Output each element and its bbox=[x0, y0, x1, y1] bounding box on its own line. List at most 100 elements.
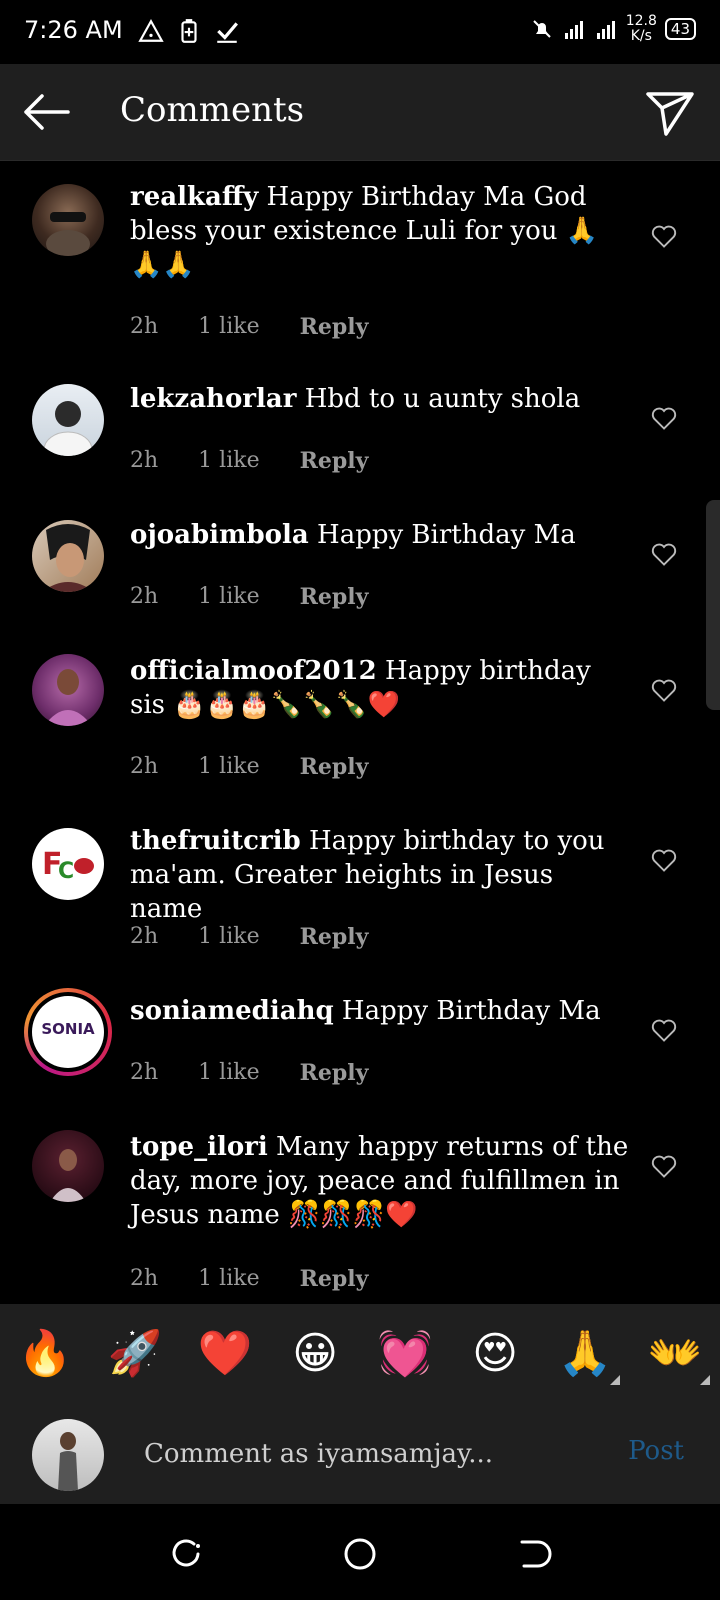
reply-button[interactable]: Reply bbox=[300, 1060, 369, 1086]
comment-time: 2h bbox=[130, 1060, 159, 1085]
fire-emoji-button[interactable]: 🔥 bbox=[10, 1327, 80, 1379]
comment-likes[interactable]: 1 like bbox=[198, 314, 259, 340]
comment-input[interactable] bbox=[142, 1428, 606, 1480]
comment-time: 2h bbox=[130, 314, 159, 339]
comment-meta: 2h 1 like Reply bbox=[130, 448, 408, 474]
comment-username[interactable]: soniamediahq bbox=[130, 996, 334, 1026]
avatar-image bbox=[46, 212, 90, 256]
send-icon[interactable] bbox=[644, 86, 696, 138]
back-nav-icon[interactable] bbox=[516, 1536, 552, 1572]
avatar-logo-text: SONIA bbox=[41, 1020, 95, 1038]
comment-time: 2h bbox=[130, 1266, 159, 1291]
comment-text: lekzahorlar Hbd to u aunty shola bbox=[130, 382, 630, 416]
grinning-emoji-button[interactable]: 😀 bbox=[280, 1328, 350, 1379]
recent-apps-icon[interactable] bbox=[168, 1536, 204, 1572]
comments-list[interactable]: realkaffy Happy Birthday Ma God bless yo… bbox=[0, 160, 720, 1304]
comment-composer: Post bbox=[0, 1402, 720, 1504]
comment-meta: 2h 1 like Reply bbox=[130, 1266, 408, 1292]
heart-icon[interactable] bbox=[650, 1016, 678, 1044]
avatar: SONIA bbox=[32, 996, 104, 1068]
heart-icon[interactable] bbox=[650, 540, 678, 568]
avatar[interactable] bbox=[32, 654, 104, 726]
reply-button[interactable]: Reply bbox=[300, 754, 369, 780]
avatar[interactable] bbox=[32, 520, 104, 592]
open-hands-emoji-button[interactable]: 👐 bbox=[648, 1328, 703, 1379]
comment-likes[interactable]: 1 like bbox=[198, 1266, 259, 1292]
comment-text: soniamediahq Happy Birthday Ma bbox=[130, 994, 630, 1028]
scrollbar-thumb[interactable] bbox=[706, 500, 720, 710]
status-left-icons bbox=[138, 18, 240, 44]
pray-emoji-slot: 🙏 bbox=[550, 1327, 620, 1385]
comment-username[interactable]: thefruitcrib bbox=[130, 826, 301, 856]
back-arrow-icon[interactable] bbox=[20, 88, 72, 136]
comment-likes[interactable]: 1 like bbox=[198, 584, 259, 610]
avatar[interactable]: FC bbox=[32, 828, 104, 900]
status-right-icons: 12.8 K/s 43 bbox=[530, 14, 696, 44]
heart-icon[interactable] bbox=[650, 676, 678, 704]
story-ring-gap: SONIA bbox=[28, 992, 108, 1072]
emoji-reaction-bar: 🔥 🚀 ❤️ 😀 💓 😍 🙏 👐 bbox=[0, 1304, 720, 1402]
comment-content: Happy Birthday Ma bbox=[317, 520, 576, 550]
heart-icon[interactable] bbox=[650, 404, 678, 432]
avatar[interactable] bbox=[32, 1130, 104, 1202]
speed-value: 12.8 bbox=[625, 13, 657, 29]
avatar-image bbox=[50, 1149, 86, 1202]
comment-username[interactable]: realkaffy bbox=[130, 182, 258, 212]
reply-button[interactable]: Reply bbox=[300, 584, 369, 610]
comment-username[interactable]: officialmoof2012 bbox=[130, 656, 377, 686]
reply-button[interactable]: Reply bbox=[300, 924, 369, 950]
comment-meta: 2h 1 like Reply bbox=[130, 754, 408, 780]
comment-meta: 2h 1 like Reply bbox=[130, 1060, 408, 1086]
mute-notification-icon bbox=[533, 20, 551, 38]
svg-text:C: C bbox=[58, 859, 74, 884]
comment-time: 2h bbox=[130, 924, 159, 949]
reply-button[interactable]: Reply bbox=[300, 448, 369, 474]
heart-eyes-emoji-button[interactable]: 😍 bbox=[460, 1328, 530, 1379]
comment-text: ojoabimbola Happy Birthday Ma bbox=[130, 518, 630, 552]
avatar-image: FC bbox=[42, 847, 94, 884]
speed-unit: K/s bbox=[630, 28, 652, 44]
skin-tone-indicator-icon bbox=[700, 1375, 710, 1385]
battery-indicator: 43 bbox=[664, 18, 696, 40]
heart-icon[interactable] bbox=[650, 222, 678, 250]
comment-text: officialmoof2012 Happy birthday sis 🎂🎂🎂🍾… bbox=[130, 654, 630, 722]
open-hands-emoji-slot: 👐 bbox=[640, 1327, 710, 1385]
comment-username[interactable]: tope_ilori bbox=[130, 1132, 268, 1162]
skin-tone-indicator-icon bbox=[610, 1375, 620, 1385]
comment-username[interactable]: ojoabimbola bbox=[130, 520, 309, 550]
pray-emoji-button[interactable]: 🙏 bbox=[558, 1328, 613, 1379]
status-time: 7:26 AM bbox=[24, 16, 123, 44]
heart-emoji-button[interactable]: ❤️ bbox=[190, 1327, 260, 1379]
heart-icon[interactable] bbox=[650, 846, 678, 874]
comment-likes[interactable]: 1 like bbox=[198, 448, 259, 474]
comment-likes[interactable]: 1 like bbox=[198, 1060, 259, 1086]
rocket-emoji-button[interactable]: 🚀 bbox=[100, 1327, 170, 1379]
network-speed: 12.8 K/s bbox=[626, 14, 657, 44]
comment-meta: 2h 1 like Reply bbox=[130, 314, 408, 340]
comment-likes[interactable]: 1 like bbox=[198, 754, 259, 780]
reply-button[interactable]: Reply bbox=[300, 314, 369, 340]
beating-heart-emoji-button[interactable]: 💓 bbox=[370, 1327, 440, 1379]
comment-content: Happy Birthday Ma bbox=[341, 996, 601, 1026]
reply-button[interactable]: Reply bbox=[300, 1266, 369, 1292]
signal-icon bbox=[596, 21, 615, 39]
comment-meta: 2h 1 like Reply bbox=[130, 584, 408, 610]
status-bar: 7:26 AM 12.8 K/s 43 bbox=[0, 0, 720, 64]
comment-time: 2h bbox=[130, 584, 159, 609]
signal-4g-icon bbox=[564, 21, 583, 39]
warning-icon bbox=[138, 19, 164, 42]
comment-likes[interactable]: 1 like bbox=[198, 924, 259, 950]
avatar[interactable] bbox=[32, 384, 104, 456]
heart-icon[interactable] bbox=[650, 1152, 678, 1180]
home-icon[interactable] bbox=[342, 1536, 378, 1572]
post-button[interactable]: Post bbox=[628, 1436, 684, 1466]
system-navigation-bar bbox=[0, 1504, 720, 1600]
story-ring[interactable]: SONIA bbox=[24, 988, 112, 1076]
avatar[interactable] bbox=[32, 184, 104, 256]
comment-username[interactable]: lekzahorlar bbox=[130, 384, 296, 414]
check-icon bbox=[217, 22, 238, 43]
page-title: Comments bbox=[120, 90, 305, 130]
comment-text: tope_ilori Many happy returns of the day… bbox=[130, 1130, 630, 1232]
comment-time: 2h bbox=[130, 754, 159, 779]
comment-text: thefruitcrib Happy birthday to you ma'am… bbox=[130, 824, 630, 926]
